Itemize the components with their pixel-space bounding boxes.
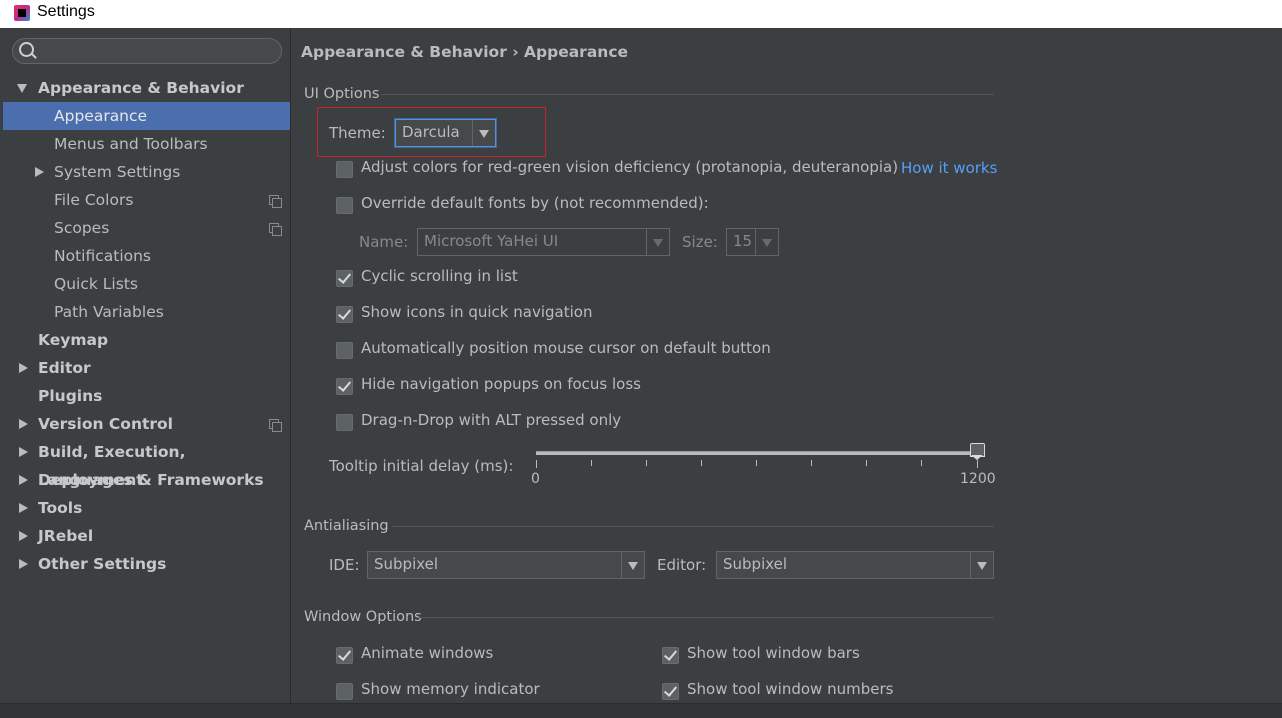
theme-label: Theme:: [329, 124, 386, 142]
sidebar-item-path-variables[interactable]: Path Variables: [0, 298, 290, 326]
tooltip-max-label: 1200: [960, 471, 996, 487]
slider-tick: [756, 460, 757, 466]
sidebar-item-quick-lists[interactable]: Quick Lists: [0, 270, 290, 298]
slider-tick: [921, 460, 922, 466]
checkbox-box[interactable]: [336, 270, 353, 287]
sidebar-item-appearance[interactable]: Appearance: [3, 102, 290, 130]
animate-windows-checkbox[interactable]: Animate windows: [336, 644, 636, 668]
chevron-down-icon[interactable]: [646, 229, 669, 255]
cyclic-scrolling-checkbox[interactable]: Cyclic scrolling in list: [336, 267, 736, 291]
slider-tick: [591, 460, 592, 466]
sidebar-item-build-execution-deployment[interactable]: Build, Execution, Deployment: [0, 438, 290, 489]
sidebar-item-system-settings[interactable]: System Settings: [0, 158, 290, 186]
show-icons-checkbox[interactable]: Show icons in quick navigation: [336, 303, 736, 327]
sidebar-item-appearance-behavior[interactable]: Appearance & Behavior: [0, 74, 290, 102]
show-tool-window-bars-checkbox[interactable]: Show tool window bars: [662, 644, 962, 668]
expanded-arrow-icon: [17, 84, 27, 93]
tooltip-delay-slider-thumb[interactable]: [970, 443, 985, 460]
window-title: Settings: [37, 3, 95, 20]
project-level-icon: [269, 195, 282, 208]
search-icon: [19, 42, 34, 57]
slider-tick: [646, 460, 647, 466]
tooltip-delay-label: Tooltip initial delay (ms):: [329, 457, 514, 475]
settings-content: Appearance & Behavior › Appearance UI Op…: [291, 28, 1282, 703]
search-field[interactable]: [12, 38, 282, 64]
adjust-colors-checkbox[interactable]: Adjust colors for red-green vision defic…: [336, 158, 898, 182]
tooltip-min-label: 0: [531, 471, 540, 487]
chevron-down-icon[interactable]: [970, 552, 993, 578]
editor-antialiasing-dropdown[interactable]: Subpixel: [716, 551, 994, 579]
project-level-icon: [269, 223, 282, 236]
section-divider: [419, 617, 994, 618]
sidebar-item-keymap[interactable]: Keymap: [0, 326, 290, 354]
checkbox-box[interactable]: [336, 161, 353, 178]
checkbox-box[interactable]: [336, 197, 353, 214]
slider-tick: [701, 460, 702, 466]
section-divider: [381, 94, 994, 95]
checkbox-box[interactable]: [662, 647, 679, 664]
collapsed-arrow-icon: [19, 559, 28, 569]
sidebar-item-scopes[interactable]: Scopes: [0, 214, 290, 242]
sidebar-item-languages-frameworks[interactable]: Languages & Frameworks: [0, 466, 290, 494]
project-level-icon: [269, 419, 282, 432]
collapsed-arrow-icon: [35, 167, 44, 177]
sidebar-item-plugins[interactable]: Plugins: [0, 382, 290, 410]
slider-tick: [536, 460, 537, 468]
collapsed-arrow-icon: [19, 475, 28, 485]
override-fonts-checkbox[interactable]: Override default fonts by (not recommend…: [336, 194, 736, 218]
auto-position-cursor-checkbox[interactable]: Automatically position mouse cursor on d…: [336, 339, 836, 363]
chevron-down-icon[interactable]: [755, 229, 778, 255]
sidebar-item-file-colors[interactable]: File Colors: [0, 186, 290, 214]
editor-aa-label: Editor:: [657, 556, 707, 574]
collapsed-arrow-icon: [19, 447, 28, 457]
hide-popups-checkbox[interactable]: Hide navigation popups on focus loss: [336, 375, 736, 399]
sidebar-item-jrebel[interactable]: JRebel: [0, 522, 290, 550]
tooltip-delay-slider-track[interactable]: [536, 451, 978, 455]
ide-aa-label: IDE:: [329, 556, 360, 574]
slider-tick: [811, 460, 812, 466]
font-size-label: Size:: [682, 233, 718, 251]
theme-dropdown[interactable]: Darcula: [395, 119, 496, 147]
slider-tick: [866, 460, 867, 466]
bottom-bar: [0, 703, 1282, 718]
sidebar-item-editor[interactable]: Editor: [0, 354, 290, 382]
sidebar-item-menus-toolbars[interactable]: Menus and Toolbars: [0, 130, 290, 158]
sidebar-item-other-settings[interactable]: Other Settings: [0, 550, 290, 578]
checkbox-box[interactable]: [336, 378, 353, 395]
ide-antialiasing-dropdown[interactable]: Subpixel: [367, 551, 645, 579]
sidebar-item-notifications[interactable]: Notifications: [0, 242, 290, 270]
settings-sidebar: Appearance & Behavior Appearance Menus a…: [0, 28, 291, 703]
font-size-dropdown[interactable]: 15: [726, 228, 779, 256]
checkbox-box[interactable]: [336, 306, 353, 323]
collapsed-arrow-icon: [19, 363, 28, 373]
sidebar-item-version-control[interactable]: Version Control: [0, 410, 290, 438]
intellij-app-icon: [14, 5, 30, 21]
font-name-label: Name:: [359, 233, 409, 251]
font-name-dropdown[interactable]: Microsoft YaHei UI: [417, 228, 670, 256]
drag-drop-alt-checkbox[interactable]: Drag-n-Drop with ALT pressed only: [336, 411, 736, 435]
window-options-title: Window Options: [304, 609, 422, 625]
antialiasing-title: Antialiasing: [304, 518, 389, 534]
breadcrumb: Appearance & Behavior › Appearance: [301, 43, 629, 61]
collapsed-arrow-icon: [19, 419, 28, 429]
how-it-works-link[interactable]: How it works: [901, 159, 997, 177]
checkbox-box[interactable]: [662, 683, 679, 700]
checkbox-box[interactable]: [336, 342, 353, 359]
checkbox-box[interactable]: [336, 414, 353, 431]
checkbox-box[interactable]: [336, 647, 353, 664]
section-divider: [392, 526, 994, 527]
collapsed-arrow-icon: [19, 503, 28, 513]
chevron-down-icon[interactable]: [621, 552, 644, 578]
ui-options-title: UI Options: [304, 86, 380, 102]
title-bar: Settings: [0, 0, 1282, 28]
collapsed-arrow-icon: [19, 531, 28, 541]
checkbox-box[interactable]: [336, 683, 353, 700]
show-memory-indicator-checkbox[interactable]: Show memory indicator: [336, 680, 636, 704]
sidebar-item-tools[interactable]: Tools: [0, 494, 290, 522]
slider-tick: [977, 460, 978, 468]
show-tool-window-numbers-checkbox[interactable]: Show tool window numbers: [662, 680, 962, 704]
chevron-down-icon[interactable]: [472, 120, 495, 146]
